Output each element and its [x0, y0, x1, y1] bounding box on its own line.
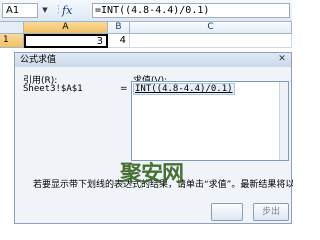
fx-icon[interactable]: fx: [62, 3, 86, 18]
evaluate-formula-dialog: 公式求值 ✕ 引用(R): 求值(V): Sheet3!$A$1 = INT((…: [14, 52, 293, 224]
reference-value: Sheet3!$A$1: [23, 84, 83, 94]
name-box[interactable]: A1: [2, 3, 38, 18]
step-out-button[interactable]: 步出: [253, 203, 289, 221]
formula-input[interactable]: =INT((4.8-4.4)/0.1): [92, 3, 290, 18]
cell-c1[interactable]: [130, 34, 292, 48]
column-header-c[interactable]: C: [130, 22, 292, 34]
cell-a1[interactable]: 3: [24, 34, 108, 48]
chevron-down-icon[interactable]: ▼: [40, 4, 50, 17]
equals-sign: =: [120, 84, 128, 94]
evaluation-box[interactable]: INT((4.8-4.4)/0.1): [131, 81, 289, 161]
formula-bar: A1 ▼ ⋮ fx =INT((4.8-4.4)/0.1): [0, 0, 292, 22]
worksheet-grid: A B C 1 3 4: [0, 22, 292, 48]
select-all-corner[interactable]: [0, 22, 24, 34]
column-header-a[interactable]: A: [24, 22, 108, 34]
dialog-title: 公式求值: [15, 53, 291, 67]
close-icon[interactable]: ✕: [275, 54, 289, 65]
evaluate-button[interactable]: [211, 203, 243, 221]
watermark-logo: 聚安网: [120, 162, 184, 187]
cell-b1[interactable]: 4: [108, 34, 130, 48]
evaluation-scrollbar[interactable]: [279, 82, 288, 160]
column-header-b[interactable]: B: [108, 22, 130, 34]
evaluation-expression: INT((4.8-4.4)/0.1): [133, 83, 235, 95]
row-header-1[interactable]: 1: [0, 34, 24, 48]
